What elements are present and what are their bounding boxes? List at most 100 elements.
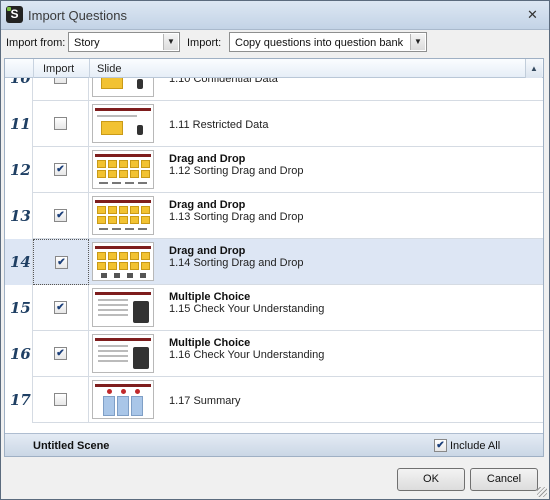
import-from-value: Story	[74, 37, 100, 49]
import-cell: ✔	[33, 239, 89, 285]
import-mode-select[interactable]: Copy questions into question bank ▼	[229, 32, 427, 52]
thumb-box	[130, 262, 139, 270]
column-header-import[interactable]: Import	[43, 63, 74, 75]
thumb-figure	[137, 125, 143, 135]
slide-name: 1.10 Confidential Data	[169, 78, 278, 85]
import-cell	[33, 101, 89, 147]
column-header-slide[interactable]: Slide	[97, 63, 121, 75]
import-cell: ✔	[33, 147, 89, 193]
thumb-box	[108, 160, 117, 168]
question-type: Drag and Drop	[169, 245, 246, 257]
title-bar[interactable]: S Import Questions ✕	[1, 1, 549, 30]
thumb-box	[97, 170, 106, 178]
import-checkbox[interactable]: ✔	[54, 163, 67, 176]
row-number: 16	[10, 345, 31, 363]
thumb-box	[130, 170, 139, 178]
import-checkbox[interactable]	[54, 393, 67, 406]
thumb-column	[117, 396, 129, 416]
import-checkbox[interactable]: ✔	[54, 209, 67, 222]
thumb-title-bar	[95, 246, 151, 249]
row-number: 11	[10, 115, 31, 133]
thumb-title-bar	[95, 154, 151, 157]
grid-header: Import Slide ▲	[5, 59, 543, 78]
thumb-title-bar	[95, 108, 151, 111]
table-row[interactable]: 12 ✔ Drag and Drop 1.12 Sorting Drag and Dr…	[5, 147, 543, 193]
thumb-option	[98, 299, 128, 301]
table-row[interactable]: 14 ✔ Drag and Drop 1.14 Sorting Drag and Dr…	[5, 239, 543, 285]
thumb-box	[119, 170, 128, 178]
thumb-target	[112, 182, 121, 184]
slide-name: 1.13 Sorting Drag and Drop	[169, 211, 304, 223]
include-all-label[interactable]: Include All	[450, 440, 500, 452]
row-number: 12	[10, 161, 31, 179]
row-number-cell: 16	[5, 331, 33, 377]
thumb-box	[130, 216, 139, 224]
import-cell: ✔	[33, 331, 89, 377]
table-row[interactable]: 11 1.11 Restricted Data	[5, 101, 543, 147]
thumb-box	[108, 252, 117, 260]
thumb-box	[119, 216, 128, 224]
thumb-box	[130, 160, 139, 168]
thumb-cup	[114, 273, 120, 278]
thumb-target	[125, 228, 134, 230]
toolbar: Import from: Story ▼ Import: Copy questi…	[1, 30, 549, 55]
slide-thumbnail	[92, 196, 154, 235]
table-row[interactable]: 15 ✔ Multiple Choice 1.15 Check Your Unders…	[5, 285, 543, 331]
include-all-checkbox[interactable]: ✔	[434, 439, 447, 452]
slide-thumbnail	[92, 78, 154, 97]
table-row[interactable]: 13 ✔ Drag and Drop 1.13 Sorting Drag and Dr…	[5, 193, 543, 239]
import-checkbox[interactable]: ✔	[54, 301, 67, 314]
row-number: 17	[10, 391, 31, 409]
thumb-marker	[121, 389, 126, 394]
slide-thumbnail	[92, 104, 154, 143]
import-from-select[interactable]: Story ▼	[68, 32, 180, 52]
import-cell: ✔	[33, 285, 89, 331]
import-checkbox[interactable]	[54, 78, 67, 84]
slide-name: 1.12 Sorting Drag and Drop	[169, 165, 304, 177]
thumb-figure	[137, 79, 143, 89]
row-number-cell: 13	[5, 193, 33, 239]
row-number-cell: 17	[5, 377, 33, 423]
storyline-icon: S	[6, 6, 23, 23]
thumb-target	[99, 228, 108, 230]
thumb-option	[98, 350, 128, 352]
header-separator	[89, 59, 90, 78]
slide-thumbnail	[92, 242, 154, 281]
import-checkbox[interactable]: ✔	[55, 256, 68, 269]
import-checkbox[interactable]: ✔	[54, 347, 67, 360]
thumb-target	[125, 182, 134, 184]
question-type: Multiple Choice	[169, 337, 251, 349]
slide-name: 1.17 Summary	[169, 395, 241, 407]
table-row[interactable]: 17 1.17 Summary	[5, 377, 543, 423]
thumb-target	[112, 228, 121, 230]
ok-button[interactable]: OK	[397, 468, 465, 491]
thumb-box	[108, 170, 117, 178]
thumb-folder	[101, 121, 123, 135]
header-separator	[33, 59, 34, 78]
thumb-box	[141, 262, 150, 270]
slide-name: 1.15 Check Your Understanding	[169, 303, 325, 315]
thumb-box	[108, 216, 117, 224]
import-label: Import:	[187, 37, 222, 49]
thumb-target	[138, 182, 147, 184]
table-row[interactable]: 10 1.10 Confidential Data	[5, 78, 543, 101]
thumb-title-bar	[95, 292, 151, 295]
import-from-label: Import from:	[6, 37, 66, 49]
slides-grid: Import Slide ▲ 10 1.10 Confidential Data 1…	[4, 58, 544, 457]
resize-grip-icon[interactable]	[537, 487, 547, 497]
close-button[interactable]: ✕	[526, 8, 539, 21]
thumb-title-bar	[95, 338, 151, 341]
cancel-button[interactable]: Cancel	[470, 468, 538, 491]
thumb-marker	[107, 389, 112, 394]
slide-name: 1.16 Check Your Understanding	[169, 349, 325, 361]
thumb-person	[133, 347, 149, 369]
row-number: 15	[10, 299, 31, 317]
import-cell	[33, 78, 89, 101]
thumb-cup	[101, 273, 107, 278]
thumb-box	[119, 206, 128, 214]
import-checkbox[interactable]	[54, 117, 67, 130]
slide-name: 1.14 Sorting Drag and Drop	[169, 257, 304, 269]
scroll-up-icon[interactable]: ▲	[525, 59, 542, 78]
table-row[interactable]: 16 ✔ Multiple Choice 1.16 Check Your Unders…	[5, 331, 543, 377]
scene-footer: Untitled Scene ✔ Include All	[5, 433, 543, 456]
